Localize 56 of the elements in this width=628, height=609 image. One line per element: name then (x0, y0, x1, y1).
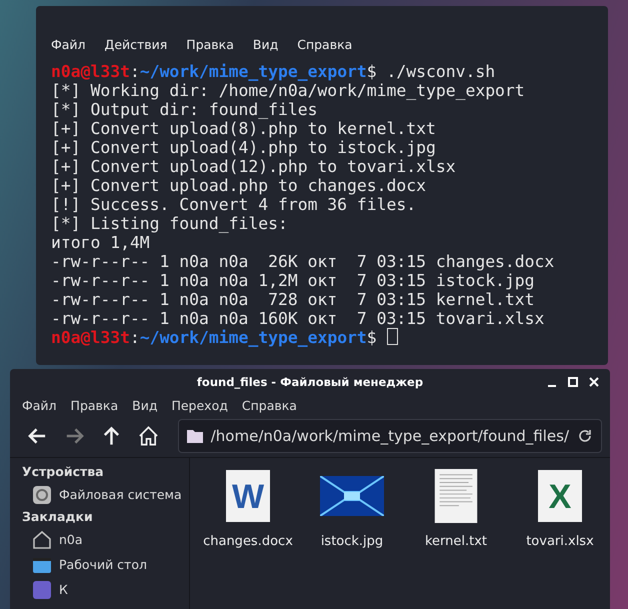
close-icon[interactable] (588, 376, 600, 388)
text-document-icon[interactable] (434, 469, 478, 523)
sidebar-heading: Закладки (22, 509, 94, 524)
prompt-separator: : (130, 328, 140, 347)
sidebar-item[interactable]: Файловая система (22, 482, 189, 507)
prompt-path: ~/work/mime_type_export (140, 62, 367, 81)
command-text: ./wsconv.sh (386, 62, 496, 81)
prompt-sign: $ (366, 328, 377, 347)
file-name: istock.jpg (320, 534, 384, 549)
folder-icon (186, 429, 203, 443)
menu-item[interactable]: Справка (242, 398, 297, 413)
word-document-icon[interactable]: W (226, 469, 270, 523)
sidebar-item[interactable]: n0a (22, 527, 189, 552)
reload-icon[interactable] (577, 428, 594, 444)
spreadsheet-document-icon[interactable]: X (538, 469, 582, 523)
prompt-sign: $ (366, 62, 377, 81)
home-icon (32, 530, 52, 550)
menu-item[interactable]: Справка (297, 37, 352, 52)
output-line: -rw-r--r-- 1 n0a n0a 160K окт 7 03:15 tovari.xlsx (51, 309, 544, 328)
prompt-separator: : (130, 62, 140, 81)
output-line: [*] Listing found_files: (51, 214, 288, 233)
output-line: итого 1,4M (51, 233, 150, 252)
app-icon (32, 580, 52, 600)
drive-icon (32, 484, 52, 504)
menu-item[interactable]: Переход (171, 398, 228, 413)
menu-item[interactable]: Вид (132, 398, 158, 413)
window-title: found_files - Файловый менеджер (196, 375, 424, 389)
sidebar-heading: Устройства (22, 464, 105, 479)
sidebar-item[interactable]: Рабочий стол (22, 552, 189, 577)
menu-item[interactable]: Правка (186, 37, 234, 52)
image-thumbnail[interactable] (320, 476, 384, 516)
output-line: [*] Output dir: found_files (51, 100, 318, 119)
menu-item[interactable]: Файл (51, 37, 86, 52)
output-line: [+] Convert upload.php to changes.docx (51, 176, 426, 195)
file-name: tovari.xlsx (526, 534, 594, 549)
menu-item[interactable]: Файл (22, 398, 57, 413)
output-line: [!] Success. Convert 4 from 36 files. (51, 195, 416, 214)
output-line: -rw-r--r-- 1 n0a n0a 26K окт 7 03:15 changes.docx (51, 252, 554, 271)
address-field[interactable]: /home/n0a/work/mime_type_export/found_files/ (178, 419, 602, 453)
output-line: -rw-r--r-- 1 n0a n0a 728 окт 7 03:15 kernel.txt (51, 290, 535, 309)
output-line: [+] Convert upload(12).php to tovari.xlsx (51, 157, 456, 176)
output-line: -rw-r--r-- 1 n0a n0a 1,2M окт 7 03:15 istock.jpg (51, 271, 535, 290)
maximize-icon[interactable] (567, 376, 579, 388)
file-name: kernel.txt (424, 534, 488, 549)
prompt-user: n0a@l33t (51, 62, 130, 81)
prompt-user: n0a@l33t (51, 328, 130, 347)
output-line: [+] Convert upload(4).php to istock.jpg (51, 138, 436, 157)
file-name: changes.docx (203, 534, 293, 549)
prompt-path: ~/work/mime_type_export (140, 328, 367, 347)
menu-item[interactable]: Вид (252, 37, 278, 52)
home-icon[interactable] (136, 424, 160, 448)
sidebar-item[interactable]: К (22, 577, 189, 602)
output-line: [+] Convert upload(8).php to kernel.txt (51, 119, 436, 138)
output-line: [*] Working dir: /home/n0a/work/mime_type_export (51, 81, 525, 100)
menu-item[interactable]: Действия (104, 37, 168, 52)
menu-item[interactable]: Правка (70, 398, 118, 413)
